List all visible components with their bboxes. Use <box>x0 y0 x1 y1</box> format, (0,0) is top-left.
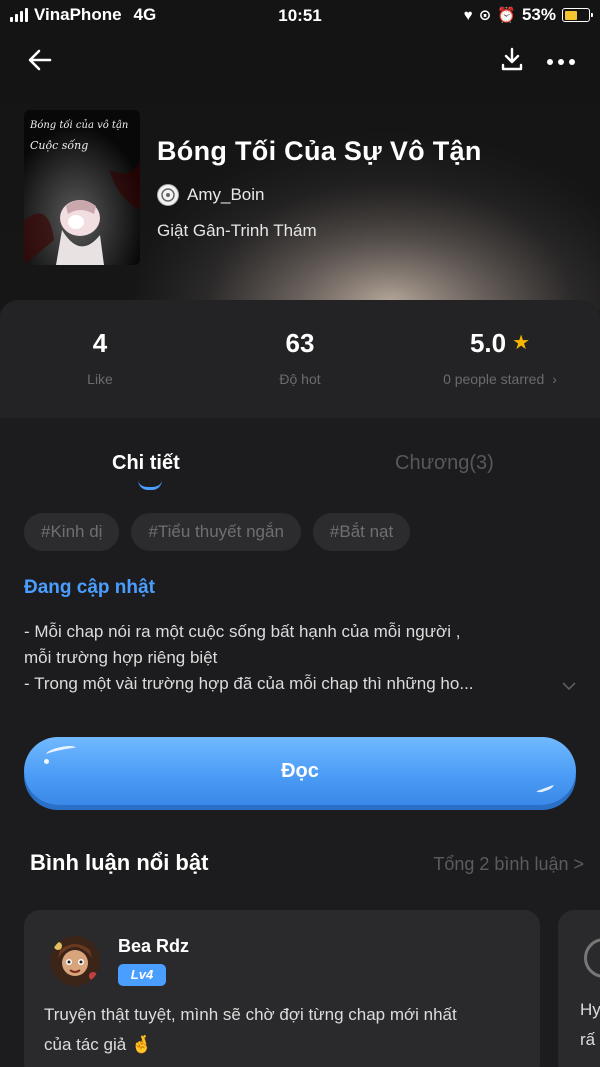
battery-percent: 53% <box>521 5 556 24</box>
star-icon: ★ <box>512 332 531 354</box>
rating-stat[interactable]: 5.0 ★ 0 people starred › <box>425 328 575 387</box>
tab-details[interactable]: Chi tiết <box>112 452 180 475</box>
comment-text-line: rấ <box>580 1030 596 1049</box>
rotation-lock-icon: ⊙ <box>478 7 492 24</box>
book-cover[interactable]: Bóng tối của vô tận Cuộc sống <box>24 110 140 265</box>
comment-username[interactable]: Bea Rdz <box>118 936 189 957</box>
comment-text-line: Truyện thật tuyệt, mình sẽ chờ đợi từng … <box>44 1005 457 1024</box>
avatar[interactable] <box>584 938 600 978</box>
tag-horror[interactable]: #Kinh dị <box>24 513 120 551</box>
chevron-right-icon: › <box>552 371 557 387</box>
tab-chapters[interactable]: Chương(3) <box>395 452 494 475</box>
description[interactable]: - Mỗi chap nói ra một cuộc sống bất hạnh… <box>24 619 564 697</box>
arrow-left-icon <box>28 49 52 71</box>
comment-text-line: Hy <box>580 1000 600 1019</box>
rating-label: 0 people starred <box>443 371 545 387</box>
signal-icon <box>10 8 28 22</box>
button-gloss <box>45 743 77 759</box>
hot-stat: 63 Độ hot <box>250 328 350 387</box>
stats-card: 4 Like 63 Độ hot 5.0 ★ 0 people starred › <box>0 300 600 418</box>
book-title: Bóng Tối Của Sự Vô Tận <box>157 136 482 166</box>
description-line: - Mỗi chap nói ra một cuộc sống bất hạnh… <box>24 622 461 641</box>
button-gloss <box>44 759 49 764</box>
tab-indicator <box>138 480 162 490</box>
hot-count: 63 <box>285 328 315 358</box>
book-genre[interactable]: Giật Gân-Trinh Thám <box>157 221 317 241</box>
expand-description-button[interactable] <box>562 678 576 696</box>
read-button[interactable]: Đọc <box>24 737 576 805</box>
like-count: 4 <box>92 328 108 358</box>
cover-subtitle: Cuộc sống <box>30 139 89 152</box>
button-gloss <box>535 782 555 794</box>
hot-label: Độ hot <box>279 371 321 387</box>
user-avatar-image <box>50 936 100 986</box>
like-stat[interactable]: 4 Like <box>60 328 140 387</box>
detail-panel: Chi tiết Chương(3) #Kinh dị #Tiểu thuyết… <box>0 430 600 1067</box>
status-bar: VinaPhone 4G 10:51 ♥ ⊙ ⏰ 53% <box>0 0 600 32</box>
avatar[interactable] <box>50 936 100 986</box>
chevron-down-icon <box>562 682 576 691</box>
comment-text-line: của tác giả 🤞 <box>44 1035 153 1054</box>
update-status: Đang cập nhật <box>24 577 155 598</box>
cover-title: Bóng tối của vô tận <box>30 120 129 131</box>
comments-total-link[interactable]: Tổng 2 bình luận > <box>433 854 584 875</box>
comments-heading: Bình luận nổi bật <box>30 850 209 875</box>
comment-card[interactable]: Bea Rdz Lv4 Truyện thật tuyệt, mình sẽ c… <box>24 910 540 1067</box>
network-type: 4G <box>133 5 157 24</box>
more-horizontal-icon <box>547 58 575 65</box>
comment-card[interactable]: Hy rấ <box>558 910 600 1067</box>
download-button[interactable] <box>500 46 524 77</box>
more-button[interactable] <box>546 53 576 71</box>
rating-value: 5.0 <box>469 328 507 358</box>
back-button[interactable] <box>26 46 54 74</box>
carrier-name: VinaPhone <box>34 5 122 24</box>
tag-bullying[interactable]: #Bắt nạt <box>312 513 411 551</box>
heart-icon: ♥ <box>463 6 473 24</box>
author-avatar <box>157 184 179 206</box>
like-label: Like <box>87 371 113 387</box>
battery-icon <box>562 8 593 22</box>
read-button-label: Đọc <box>281 759 319 782</box>
alarm-icon: ⏰ <box>497 7 516 24</box>
download-icon <box>501 47 523 71</box>
level-badge: Lv4 <box>118 964 166 986</box>
comment-text: Truyện thật tuyệt, mình sẽ chờ đợi từng … <box>44 1000 520 1060</box>
description-line: - Trong một vài trường hợp đã của mỗi ch… <box>24 674 474 693</box>
author-avatar-icon <box>161 188 175 202</box>
author-name: Amy_Boin <box>187 185 265 204</box>
tag-list: #Kinh dị #Tiểu thuyết ngắn #Bắt nạt <box>24 513 411 551</box>
author-row[interactable]: Amy_Boin <box>157 184 264 206</box>
tag-short-novel[interactable]: #Tiểu thuyết ngắn <box>131 513 301 551</box>
description-line: mỗi trường hợp riêng biệt <box>24 648 218 667</box>
